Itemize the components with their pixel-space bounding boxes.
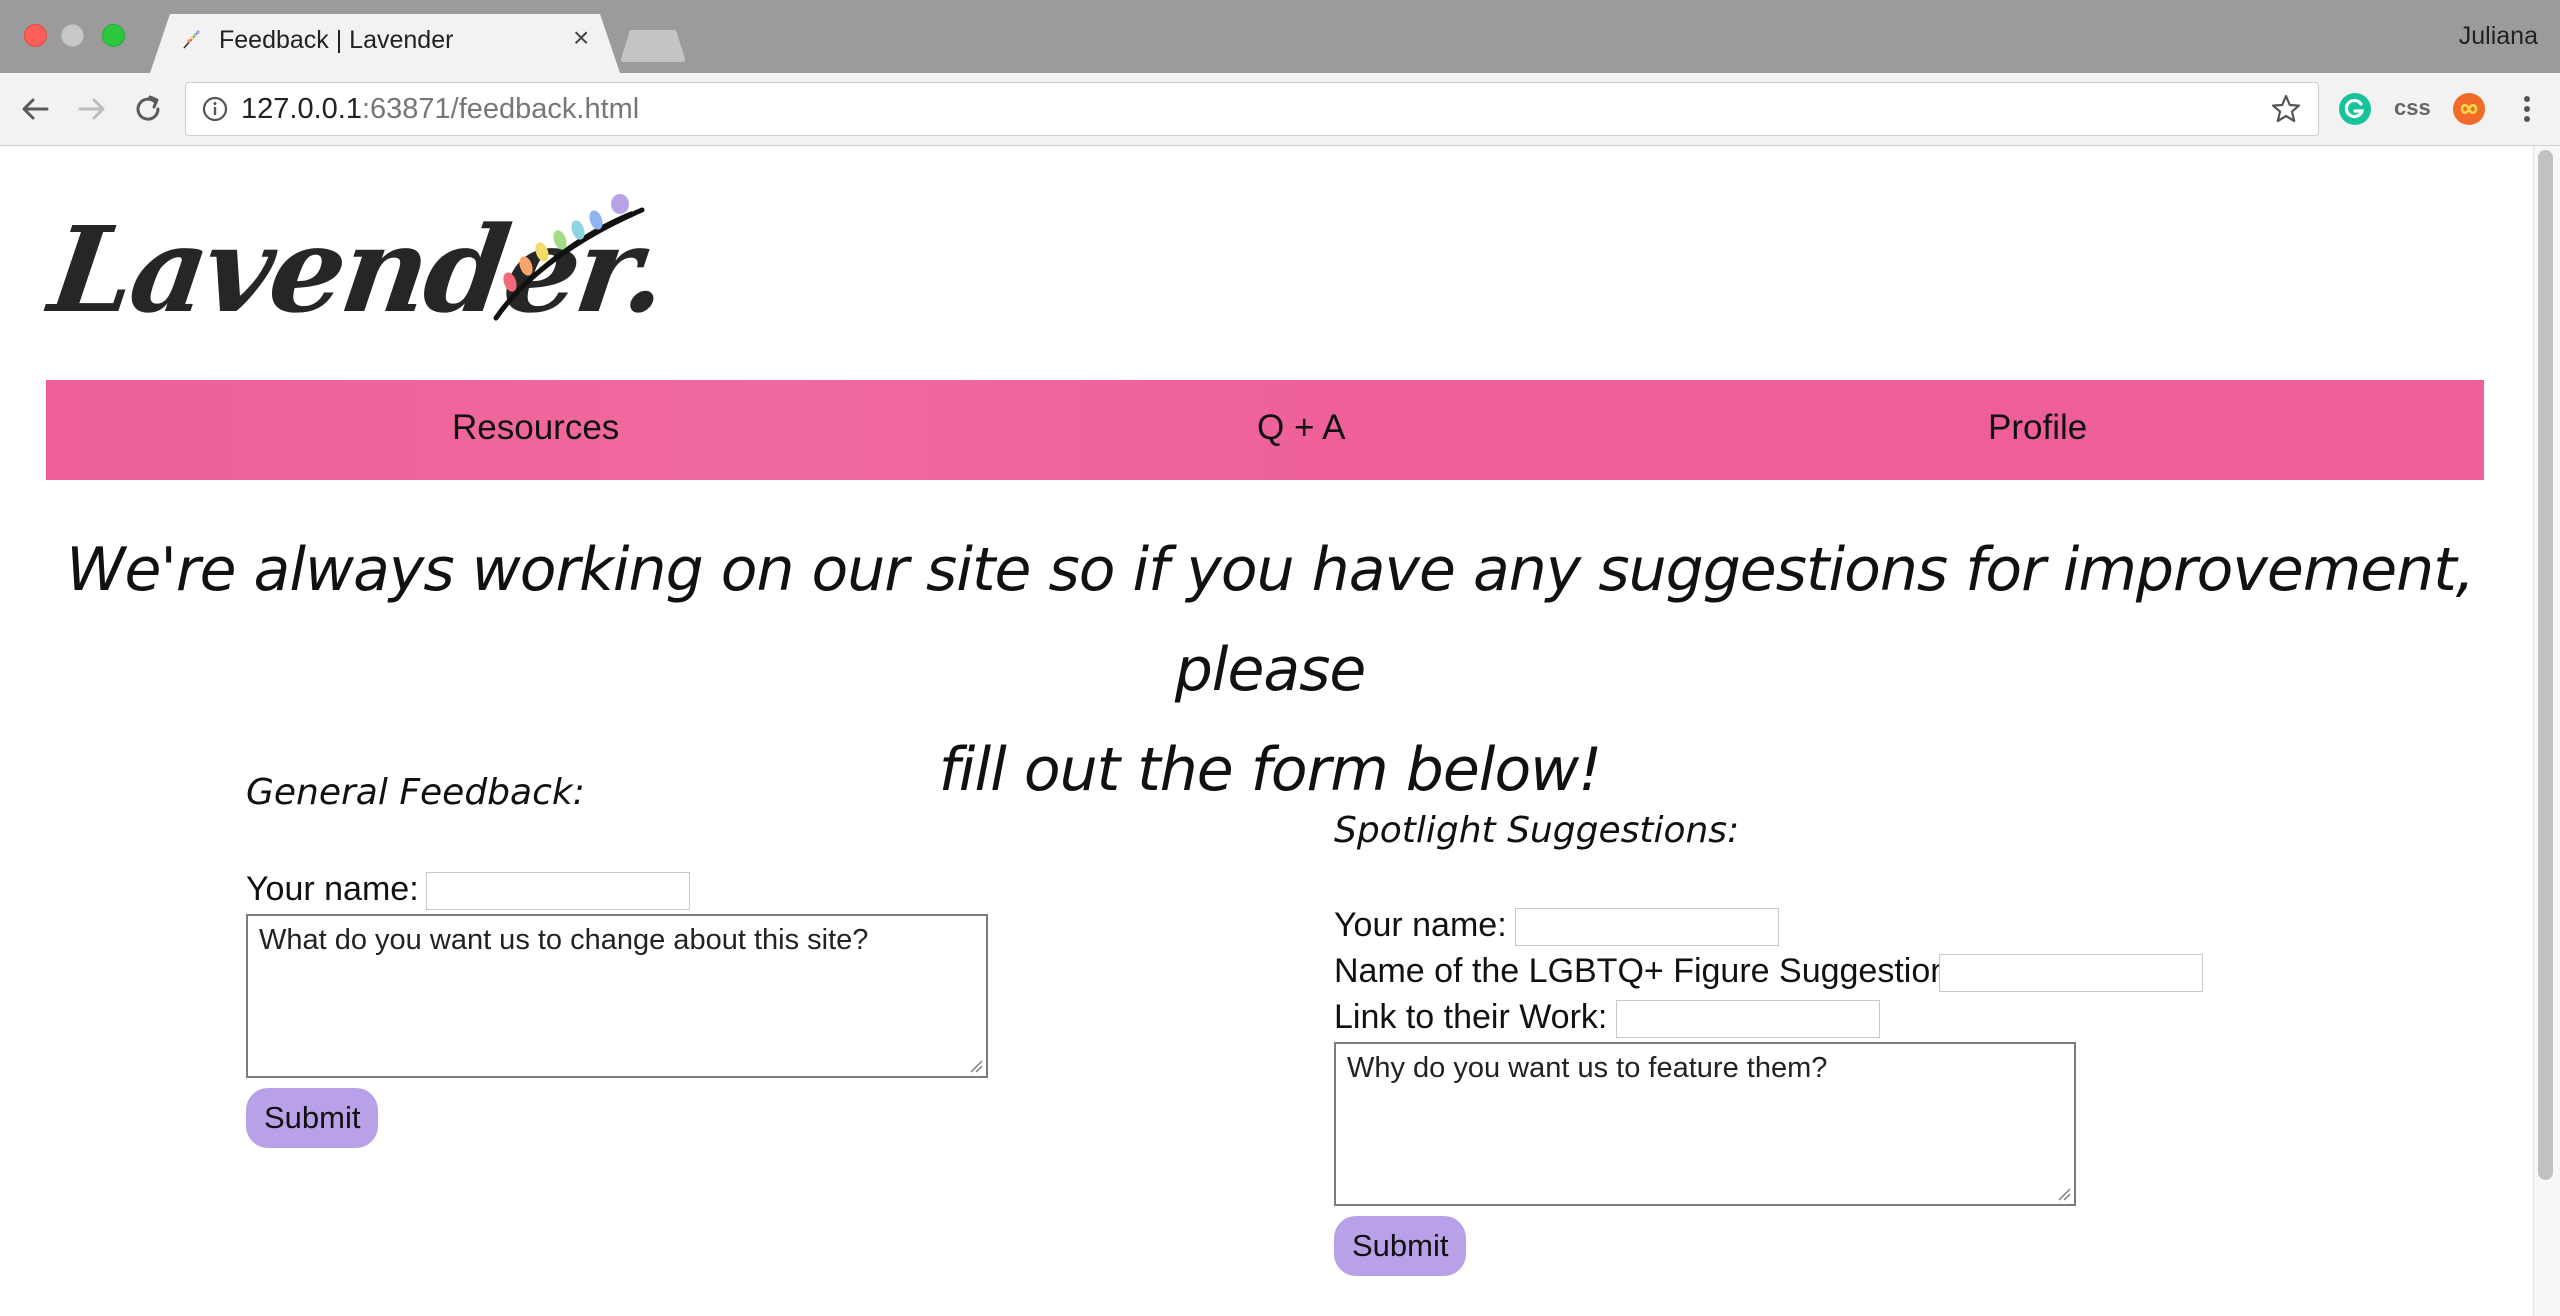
info-icon[interactable] — [202, 96, 228, 122]
heading-line-1: We're always working on our site so if y… — [66, 535, 2475, 705]
spotlight-reason-textarea[interactable]: Why do you want us to feature them? — [1334, 1042, 2076, 1206]
more-menu-icon[interactable] — [2510, 92, 2544, 126]
figure-suggestion-label: Name of the LGBTQ+ Figure Suggestion: — [1334, 952, 1959, 990]
infinity-icon[interactable] — [2452, 92, 2486, 126]
spotlight-name-label: Your name: — [1334, 906, 1507, 944]
bookmark-star-icon[interactable] — [2270, 93, 2302, 125]
grammarly-icon[interactable] — [2338, 92, 2372, 126]
spotlight-reason-textarea-text: Why do you want us to feature them? — [1347, 1052, 1828, 1084]
tab-close-icon[interactable]: × — [573, 24, 589, 52]
general-feedback-textarea[interactable]: What do you want us to change about this… — [246, 914, 988, 1078]
browser-tab-bar: Feedback | Lavender × Juliana — [0, 0, 2560, 73]
minimize-window-button[interactable] — [61, 24, 84, 47]
url-host: 127.0.0.1 — [241, 93, 362, 125]
general-submit-button[interactable]: Submit — [246, 1088, 379, 1148]
nav-item-resources[interactable]: Resources — [452, 408, 619, 448]
resize-handle-icon[interactable] — [2057, 1187, 2071, 1201]
back-arrow-icon[interactable] — [17, 91, 53, 127]
css-icon[interactable]: css — [2394, 95, 2431, 121]
work-link-label: Link to their Work: — [1334, 998, 1608, 1036]
work-link-input[interactable] — [1616, 1000, 1880, 1038]
url-text[interactable]: 127.0.0.1:63871/feedback.html — [241, 93, 639, 126]
scrollbar-thumb[interactable] — [2538, 150, 2553, 1180]
main-nav-bar: Resources Q + A Profile — [46, 380, 2484, 480]
forward-arrow-icon[interactable] — [74, 91, 110, 127]
new-tab-button[interactable] — [620, 30, 686, 62]
profile-name[interactable]: Juliana — [2459, 22, 2538, 51]
url-path: :63871/feedback.html — [361, 93, 640, 125]
close-window-button[interactable] — [24, 24, 47, 47]
feather-favicon-icon — [183, 30, 200, 49]
nav-item-profile[interactable]: Profile — [1988, 408, 2087, 448]
address-bar[interactable]: 127.0.0.1:63871/feedback.html — [185, 82, 2319, 136]
nav-item-q-and-a[interactable]: Q + A — [1257, 408, 1346, 448]
general-name-label: Your name: — [246, 870, 419, 908]
site-logo[interactable]: Lavender. — [42, 190, 674, 339]
figure-suggestion-input[interactable] — [1939, 954, 2203, 992]
feather-logo-icon — [493, 194, 645, 321]
spotlight-name-input[interactable] — [1515, 908, 1779, 946]
spotlight-submit-button[interactable]: Submit — [1334, 1216, 1467, 1276]
resize-handle-icon[interactable] — [969, 1059, 983, 1073]
general-name-input[interactable] — [426, 872, 690, 910]
tab-title: Feedback | Lavender — [219, 26, 454, 54]
reload-icon[interactable] — [130, 91, 166, 127]
general-feedback-title: General Feedback: — [246, 772, 585, 813]
general-feedback-textarea-text: What do you want us to change about this… — [259, 924, 869, 956]
spotlight-suggestions-title: Spotlight Suggestions: — [1334, 810, 1740, 851]
browser-toolbar: 127.0.0.1:63871/feedback.html css — [0, 73, 2560, 146]
maximize-window-button[interactable] — [102, 24, 125, 47]
